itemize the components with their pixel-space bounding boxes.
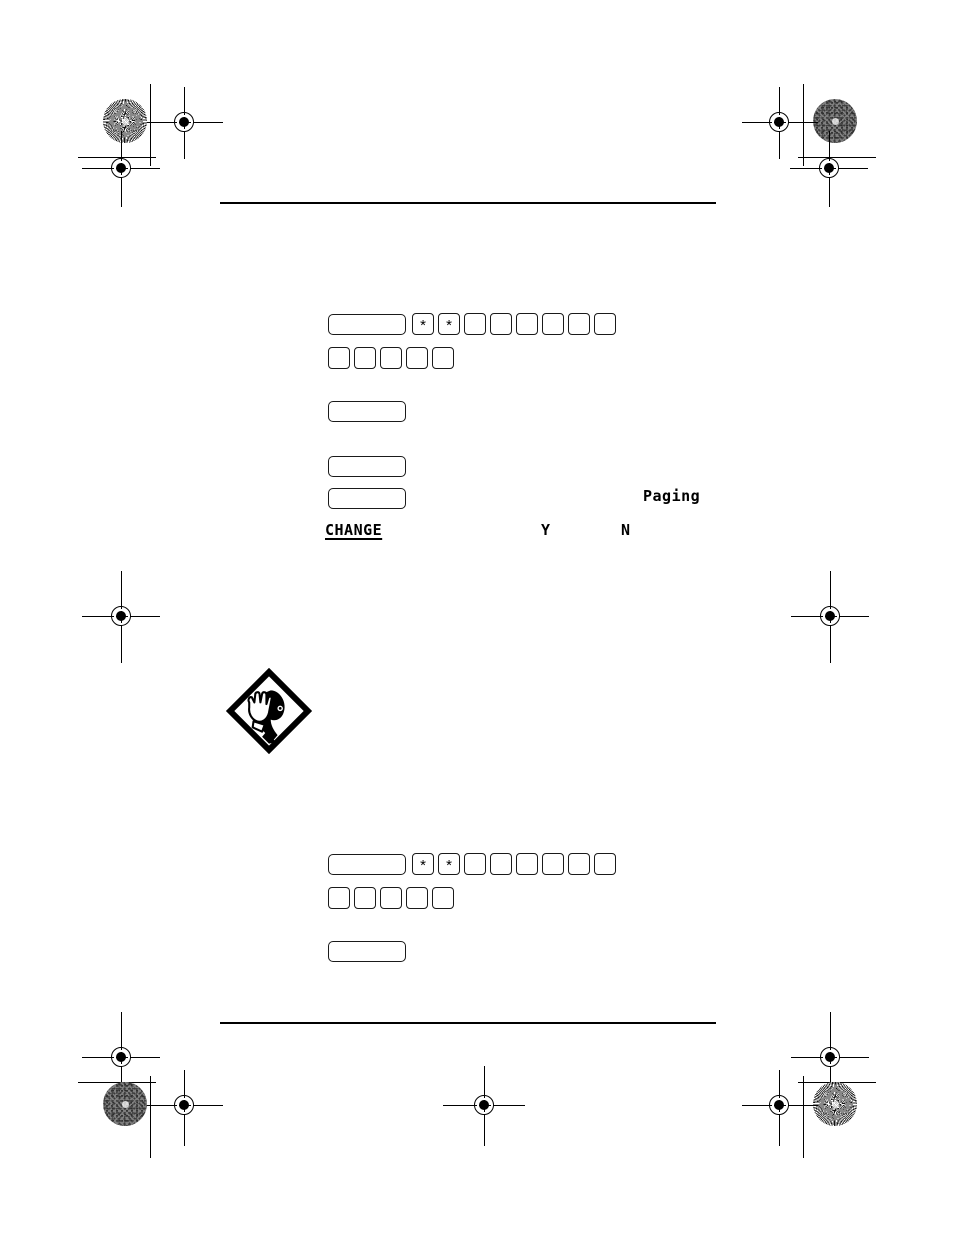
star-key-1[interactable]: *: [412, 313, 434, 335]
digit-key[interactable]: [594, 313, 616, 335]
feature-key[interactable]: [328, 941, 406, 962]
display-option-no[interactable]: N: [621, 521, 631, 539]
top-sequence-row-4: [328, 456, 406, 477]
digit-key[interactable]: [380, 347, 402, 369]
asterisk-glyph: *: [420, 856, 426, 874]
digit-key[interactable]: [464, 853, 486, 875]
asterisk-glyph: *: [446, 316, 452, 334]
top-sequence-row-1: * *: [328, 313, 616, 335]
feature-key[interactable]: [328, 488, 406, 509]
star-key-2[interactable]: *: [438, 313, 460, 335]
tips-diamond-icon: [225, 667, 313, 755]
digit-key[interactable]: [354, 887, 376, 909]
feature-key[interactable]: [328, 313, 406, 335]
star-key-1[interactable]: *: [412, 853, 434, 875]
reg-target-bottom-right-lower: [742, 1070, 818, 1146]
rosette-top-right: [813, 99, 857, 143]
digit-key[interactable]: [464, 313, 486, 335]
feature-key[interactable]: [328, 401, 406, 422]
rosette-top-left: [103, 99, 147, 143]
star-key-2[interactable]: *: [438, 853, 460, 875]
digit-key[interactable]: [568, 313, 590, 335]
top-sequence-row-3: [328, 401, 406, 422]
display-softkey-change[interactable]: CHANGE: [325, 521, 382, 539]
reg-target-bottom-right-upper: [791, 1012, 869, 1088]
reg-target-top-left-lower: [82, 131, 160, 207]
trim-line-bottom-left-vertical: [150, 1076, 151, 1158]
display-option-yes[interactable]: Y: [541, 521, 551, 539]
bottom-sequence-row-1: * *: [328, 853, 616, 875]
rosette-bottom-right: [813, 1082, 857, 1126]
digit-key[interactable]: [380, 887, 402, 909]
manual-page: * * Paging CHANGE Y N * *: [0, 0, 954, 1235]
asterisk-glyph: *: [420, 316, 426, 334]
digit-key[interactable]: [568, 853, 590, 875]
feature-key[interactable]: [328, 456, 406, 477]
rosette-bottom-left: [103, 1082, 147, 1126]
digit-key[interactable]: [516, 853, 538, 875]
reg-target-bottom-left-upper: [82, 1012, 160, 1088]
digit-key[interactable]: [354, 347, 376, 369]
digit-key[interactable]: [406, 347, 428, 369]
reg-target-top-right-lower: [790, 131, 868, 207]
reg-target-top-left-upper: [147, 87, 223, 159]
digit-key[interactable]: [490, 313, 512, 335]
reg-target-mid-left: [82, 571, 160, 663]
header-rule: [220, 202, 716, 204]
asterisk-glyph: *: [446, 856, 452, 874]
display-paging: Paging: [643, 487, 701, 505]
digit-key[interactable]: [406, 887, 428, 909]
digit-key[interactable]: [432, 347, 454, 369]
reg-target-top-right-upper: [742, 87, 818, 159]
digit-key[interactable]: [516, 313, 538, 335]
digit-key[interactable]: [542, 853, 564, 875]
digit-key[interactable]: [594, 853, 616, 875]
reg-target-mid-right: [791, 571, 869, 663]
digit-key[interactable]: [490, 853, 512, 875]
bottom-sequence-row-3: [328, 941, 406, 962]
trim-line-top-left-vertical: [150, 84, 151, 166]
digit-key[interactable]: [432, 887, 454, 909]
digit-key[interactable]: [328, 887, 350, 909]
bottom-sequence-row-2: [328, 887, 454, 909]
reg-target-bottom-left-lower: [147, 1070, 223, 1146]
digit-key[interactable]: [328, 347, 350, 369]
top-sequence-row-2: [328, 347, 454, 369]
footer-rule: [220, 1022, 716, 1024]
reg-target-bottom-center: [443, 1066, 525, 1146]
feature-key[interactable]: [328, 853, 406, 875]
top-sequence-row-5: [328, 488, 406, 509]
digit-key[interactable]: [542, 313, 564, 335]
